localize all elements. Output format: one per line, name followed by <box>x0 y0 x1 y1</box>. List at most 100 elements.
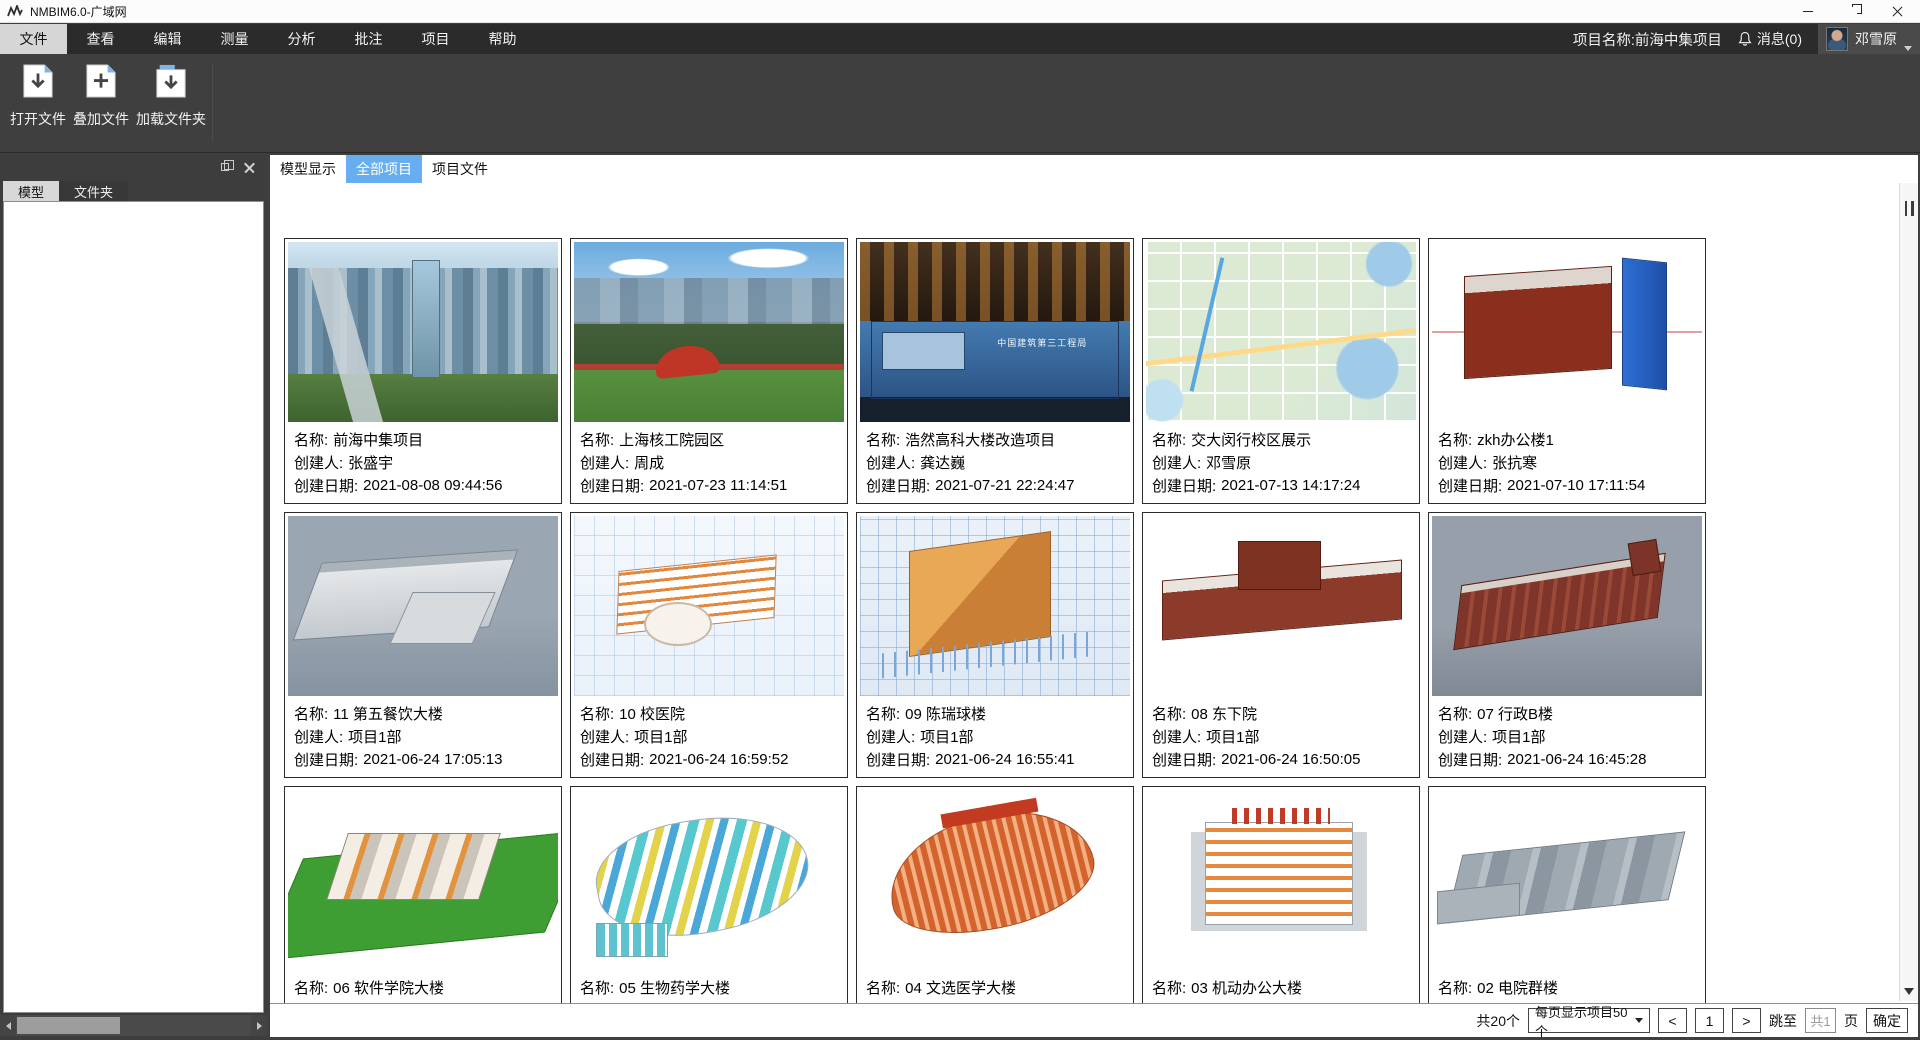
application-window: NMBIM6.0-广域网 文件 查看 编辑 测量 分析 <box>0 0 1920 1040</box>
menu-item[interactable]: 测量 <box>201 24 268 54</box>
creator-label: 创建人: <box>580 452 629 473</box>
left-panel-tab[interactable]: 文件夹 <box>59 181 128 201</box>
date-label: 创建日期: <box>580 475 644 496</box>
name-label: 名称: <box>580 977 614 998</box>
project-meta: 名称: zkh办公楼1 创建人: 张抗寒 创建日期: 2021-07-10 17… <box>1429 426 1705 503</box>
project-meta: 名称: 05 生物药学大楼 创建人: 创建日期: <box>571 974 847 1003</box>
h-scroll-right-arrow-icon[interactable] <box>251 1015 267 1036</box>
current-project-label: 项目名称:前海中集项目 <box>1573 29 1722 50</box>
close-button[interactable] <box>1875 0 1920 22</box>
main-tab[interactable]: 模型显示 <box>270 155 346 183</box>
page-unit-label: 页 <box>1844 1011 1858 1031</box>
name-label: 名称: <box>1152 429 1186 450</box>
date-label: 创建日期: <box>294 475 358 496</box>
menu-item[interactable]: 分析 <box>268 24 335 54</box>
overlay-file-button[interactable]: 叠加文件 <box>62 63 140 129</box>
project-creator-line: 创建人: 张抗寒 <box>1438 451 1696 474</box>
project-card[interactable]: 名称: 交大闵行校区展示 创建人: 邓雪原 创建日期: 2021-07-13 1… <box>1142 238 1420 504</box>
name-label: 名称: <box>580 703 614 724</box>
confirm-button[interactable]: 确定 <box>1866 1008 1908 1033</box>
menu-item[interactable]: 批注 <box>335 24 402 54</box>
project-card[interactable]: 名称: 07 行政B楼 创建人: 项目1部 创建日期: 2021-06-24 1… <box>1428 512 1706 778</box>
v-scroll-down-arrow-icon[interactable] <box>1904 988 1914 995</box>
project-creator-line: 创建人: 周成 <box>580 451 838 474</box>
menu-item[interactable]: 文件 <box>0 24 67 54</box>
messages-button[interactable]: 消息(0) <box>1738 29 1802 49</box>
project-thumbnail <box>1146 242 1416 422</box>
project-date: 2021-06-24 17:05:13 <box>363 751 502 768</box>
project-meta: 名称: 08 东下院 创建人: 项目1部 创建日期: 2021-06-24 16… <box>1143 700 1419 777</box>
project-card[interactable]: 名称: 05 生物药学大楼 创建人: 创建日期: <box>570 786 848 1003</box>
project-card[interactable]: 名称: 10 校医院 创建人: 项目1部 创建日期: 2021-06-24 16… <box>570 512 848 778</box>
restore-button[interactable] <box>1830 0 1875 22</box>
project-card[interactable]: 名称: 04 文选医学大楼 创建人: 创建日期: <box>856 786 1134 1003</box>
model-tree-content[interactable] <box>3 201 264 1013</box>
project-thumbnail <box>1432 516 1702 696</box>
project-card[interactable]: 名称: 08 东下院 创建人: 项目1部 创建日期: 2021-06-24 16… <box>1142 512 1420 778</box>
project-card[interactable]: 名称: 02 电院群楼 创建人: 创建日期: <box>1428 786 1706 1003</box>
project-date: 2021-07-21 22:24:47 <box>935 477 1074 494</box>
close-panel-icon[interactable] <box>244 162 255 173</box>
project-date: 2021-07-10 17:11:54 <box>1507 477 1645 494</box>
left-panel-tab[interactable]: 模型 <box>3 181 59 201</box>
project-card[interactable]: 名称: zkh办公楼1 创建人: 张抗寒 创建日期: 2021-07-10 17… <box>1428 238 1706 504</box>
menu-item[interactable]: 编辑 <box>134 24 201 54</box>
project-card[interactable]: 名称: 03 机动办公大楼 创建人: 创建日期: <box>1142 786 1420 1003</box>
main-tab[interactable]: 全部项目 <box>346 155 422 183</box>
project-meta: 名称: 09 陈瑞球楼 创建人: 项目1部 创建日期: 2021-06-24 1… <box>857 700 1133 777</box>
thumbnail-banner-text: 中国建筑第三工程局 <box>968 336 1117 349</box>
model-tree-panel: 模型 文件夹 <box>0 155 267 1040</box>
jump-to-label: 跳至 <box>1769 1011 1797 1031</box>
project-name-line: 名称: 07 行政B楼 <box>1438 702 1696 725</box>
float-panel-icon[interactable] <box>221 163 229 171</box>
date-label: 创建日期: <box>294 749 358 770</box>
project-thumbnail <box>860 516 1130 696</box>
project-date-line: 创建日期: 2021-06-24 16:50:05 <box>1152 748 1410 771</box>
h-scroll-left-arrow-icon[interactable] <box>0 1015 16 1036</box>
project-meta: 名称: 交大闵行校区展示 创建人: 邓雪原 创建日期: 2021-07-13 1… <box>1143 426 1419 503</box>
project-thumbnail <box>1146 790 1416 970</box>
project-card[interactable]: 名称: 前海中集项目 创建人: 张盛宇 创建日期: 2021-08-08 09:… <box>284 238 562 504</box>
name-label: 名称: <box>1438 703 1472 724</box>
page-size-select[interactable]: 每页显示项目50个 <box>1528 1008 1650 1033</box>
restore-icon <box>1849 7 1857 15</box>
project-creator-line: 创建人: 项目1部 <box>294 725 552 748</box>
project-meta: 名称: 前海中集项目 创建人: 张盛宇 创建日期: 2021-08-08 09:… <box>285 426 561 503</box>
project-date-line: 创建日期: 2021-06-24 17:05:13 <box>294 748 552 771</box>
h-scroll-handle[interactable] <box>17 1017 120 1034</box>
prev-page-button[interactable]: < <box>1658 1008 1687 1033</box>
next-page-button[interactable]: > <box>1732 1008 1761 1033</box>
project-card[interactable]: 名称: 06 软件学院大楼 创建人: 创建日期: <box>284 786 562 1003</box>
name-label: 名称: <box>866 429 900 450</box>
left-panel-horizontal-scrollbar[interactable] <box>0 1015 267 1036</box>
main-tab[interactable]: 项目文件 <box>422 155 498 183</box>
menu-item[interactable]: 项目 <box>402 24 469 54</box>
project-meta: 名称: 04 文选医学大楼 创建人: 创建日期: <box>857 974 1133 1003</box>
project-name: 上海核工院园区 <box>619 429 724 450</box>
window-title: NMBIM6.0-广域网 <box>30 3 127 20</box>
project-card[interactable]: 名称: 上海核工院园区 创建人: 周成 创建日期: 2021-07-23 11:… <box>570 238 848 504</box>
current-page-number: 1 <box>1706 1013 1714 1029</box>
v-scroll-grip-icon[interactable] <box>1900 195 1918 221</box>
project-name-line: 名称: 04 文选医学大楼 <box>866 976 1124 999</box>
menu-item-label: 帮助 <box>489 29 517 49</box>
project-creator-line: 创建人: 项目1部 <box>1438 725 1696 748</box>
project-name-line: 名称: 06 软件学院大楼 <box>294 976 552 999</box>
name-label: 名称: <box>1152 977 1186 998</box>
left-panel-tabs: 模型 文件夹 <box>3 181 264 201</box>
minimize-button[interactable] <box>1785 0 1830 22</box>
current-page-button[interactable]: 1 <box>1695 1008 1724 1033</box>
user-menu[interactable]: 邓雪原 <box>1818 24 1920 54</box>
page-size-caret-icon <box>1635 1018 1643 1023</box>
load-folder-button[interactable]: 加载文件夹 <box>132 63 210 129</box>
project-card[interactable]: 中国建筑第三工程局 名称: 浩然高科大楼改造项目 创建人: 龚达巍 <box>856 238 1134 504</box>
project-card[interactable]: 名称: 09 陈瑞球楼 创建人: 项目1部 创建日期: 2021-06-24 1… <box>856 512 1134 778</box>
left-panel-tab-label: 模型 <box>18 182 44 201</box>
project-name: 02 电院群楼 <box>1477 977 1558 998</box>
menu-item[interactable]: 帮助 <box>469 24 536 54</box>
jump-page-input[interactable]: 共1 <box>1805 1008 1836 1033</box>
vertical-scrollbar[interactable] <box>1899 183 1918 1001</box>
project-name: 07 行政B楼 <box>1477 703 1553 724</box>
project-card[interactable]: 名称: 11 第五餐饮大楼 创建人: 项目1部 创建日期: 2021-06-24… <box>284 512 562 778</box>
menu-item[interactable]: 查看 <box>67 24 134 54</box>
